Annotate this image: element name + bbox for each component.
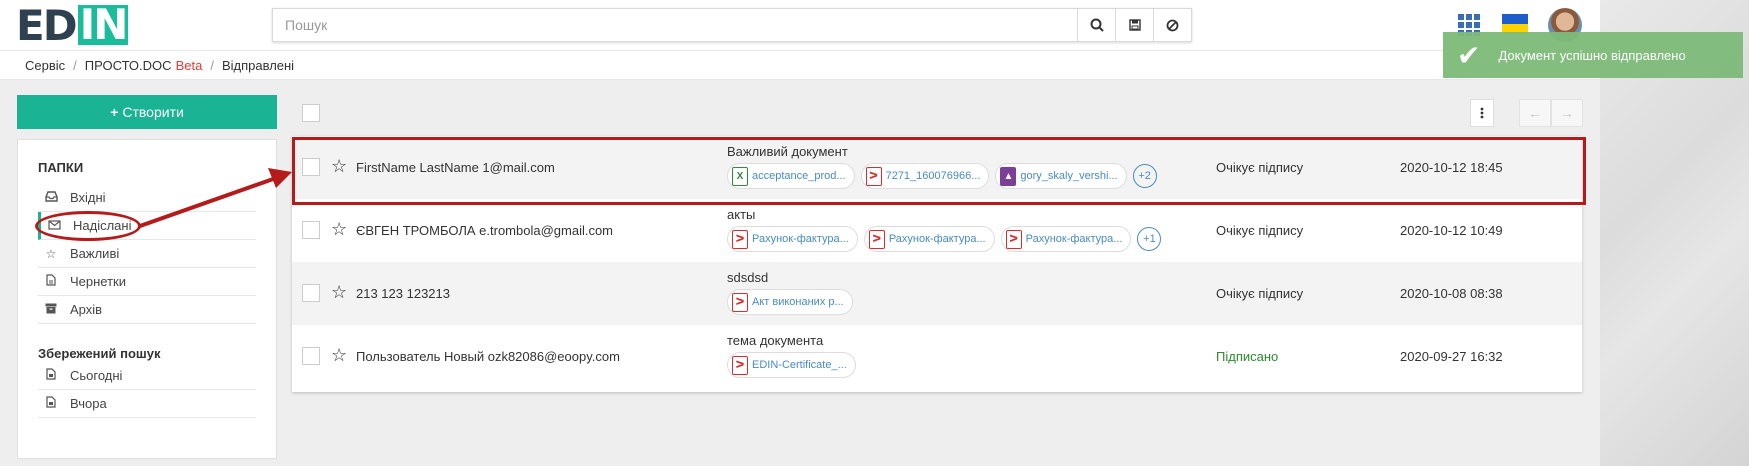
breadcrumb-separator: / (73, 57, 77, 73)
subject: sdsdsd (727, 270, 769, 285)
attachment-chip[interactable]: ᐳ EDIN-Certificate_... (727, 352, 856, 378)
inbox-icon (44, 190, 58, 205)
table-row[interactable]: ☆ 213 123 123213 sdsdsd ᐳ Акт виконаних р… (292, 262, 1582, 325)
status-text: Очікує підпису (1216, 286, 1304, 301)
sidebar-item-inbox[interactable]: Вхідні (38, 184, 256, 212)
kebab-icon (1480, 107, 1484, 119)
row-checkbox[interactable] (302, 221, 320, 239)
sidebar-item-yesterday[interactable]: Вчора (38, 390, 256, 418)
sidebar-item-important[interactable]: ☆ Важливі (38, 240, 256, 268)
save-search-button[interactable] (1115, 9, 1153, 41)
sidebar-item-label: Важливі (70, 246, 120, 261)
status-text: Підписано (1216, 349, 1279, 364)
star-icon[interactable]: ☆ (331, 219, 347, 240)
table-row[interactable]: ☆ ЄВГЕН ТРОМБОЛА e.trombola@gmail.com ак… (292, 199, 1582, 262)
attachment-chip[interactable]: ᐳ Рахунок-фактура... (1000, 226, 1132, 252)
row-checkbox[interactable] (302, 284, 320, 302)
saved-search-title: Збережений пошук (38, 346, 161, 361)
sidebar: ПАПКИ Вхідні Надіслані ☆ Важливі Чернетк… (17, 139, 277, 459)
sidebar-item-today[interactable]: Сьогодні (38, 362, 256, 390)
breadcrumb-item-prostodoc[interactable]: ПРОСТО.DOC (85, 58, 172, 73)
attachment-name: Рахунок-фактура... (752, 233, 849, 245)
sender: ЄВГЕН ТРОМБОЛА e.trombola@gmail.com (356, 223, 614, 238)
sidebar-item-label: Чернетки (70, 274, 127, 289)
star-icon: ☆ (45, 246, 57, 261)
breadcrumb: Сервіс / ПРОСТО.DOC Beta / Відправлені (0, 50, 1600, 80)
save-icon (1128, 19, 1141, 31)
breadcrumb-item-service[interactable]: Сервіс (25, 58, 65, 73)
attachments: ᐳ Рахунок-фактура... ᐳ Рахунок-фактура... … (727, 226, 1162, 252)
attachments: ᐳ Акт виконаних р... (727, 289, 859, 315)
star-icon[interactable]: ☆ (331, 282, 347, 303)
create-button[interactable]: + Створити (17, 95, 277, 129)
sidebar-item-label: Сьогодні (70, 368, 123, 383)
breadcrumb-separator: / (210, 57, 214, 73)
pdf-file-icon: ᐳ (732, 292, 748, 312)
date-text: 2020-09-27 16:32 (1400, 349, 1503, 364)
star-icon[interactable]: ☆ (331, 345, 347, 366)
subject: акты (727, 207, 756, 222)
folders-title: ПАПКИ (38, 160, 84, 175)
status-text: Очікує підпису (1216, 223, 1304, 238)
sidebar-item-archive[interactable]: Архів (38, 296, 256, 324)
row-checkbox[interactable] (302, 347, 320, 365)
flag-ua-icon[interactable] (1502, 14, 1528, 34)
plus-icon: + (110, 104, 119, 120)
date-text: 2020-10-08 08:38 (1400, 286, 1503, 301)
attachment-chip[interactable]: ᐳ Акт виконаних р... (727, 289, 853, 315)
date-text: 2020-10-12 10:49 (1400, 223, 1503, 238)
sidebar-item-label: Вчора (70, 396, 107, 411)
logo-mark: IN (77, 0, 129, 49)
success-toast[interactable]: ✔ Документ успішно відправлено (1443, 32, 1743, 78)
search-input[interactable] (273, 9, 1077, 41)
toast-message: Документ успішно відправлено (1498, 47, 1686, 63)
pagination: ← → (1519, 99, 1583, 127)
search-icon (1090, 18, 1104, 32)
subject: тема документа (727, 333, 824, 348)
more-attachments-badge[interactable]: +1 (1137, 227, 1162, 251)
edin-logo[interactable]: ED IN (16, 0, 129, 50)
clear-search-button[interactable] (1153, 9, 1191, 41)
sidebar-item-drafts[interactable]: Чернетки (38, 268, 256, 296)
highlight-ellipse (35, 211, 141, 241)
archive-icon (44, 303, 58, 317)
pdf-file-icon: ᐳ (1005, 229, 1022, 249)
check-icon: ✔ (1457, 38, 1481, 72)
breadcrumb-item-sent: Відправлені (221, 57, 295, 73)
next-page-button[interactable]: → (1551, 99, 1583, 127)
attachments: ᐳ EDIN-Certificate_... (727, 352, 862, 378)
sidebar-item-label: Архів (70, 302, 103, 317)
logo-text: ED (16, 0, 78, 50)
file-icon (44, 274, 58, 289)
search-bar (272, 8, 1192, 42)
sender: Пользователь Новый ozk82086@eoopy.com (356, 349, 620, 364)
attachment-name: Акт виконаних р... (752, 296, 844, 308)
sidebar-item-label: Вхідні (70, 190, 106, 205)
attachment-name: Рахунок-фактура... (888, 233, 986, 245)
create-label: Створити (122, 104, 184, 120)
cancel-icon (1166, 19, 1179, 31)
file-icon (44, 396, 58, 411)
attachment-chip[interactable]: ᐳ Рахунок-фактура... (727, 226, 858, 252)
pdf-file-icon: ᐳ (732, 355, 748, 375)
more-options-button[interactable] (1470, 99, 1494, 127)
highlight-rectangle (292, 137, 1586, 205)
pdf-file-icon: ᐳ (868, 229, 885, 249)
file-icon (44, 368, 58, 383)
attachment-chip[interactable]: ᐳ Рахунок-фактура... (863, 226, 995, 252)
sender: 213 123 123213 (356, 286, 450, 301)
prev-page-button[interactable]: ← (1519, 99, 1551, 127)
select-all-checkbox[interactable] (302, 104, 320, 122)
attachment-name: EDIN-Certificate_... (752, 359, 847, 371)
search-button[interactable] (1077, 9, 1115, 41)
pdf-file-icon: ᐳ (732, 229, 748, 249)
attachment-name: Рахунок-фактура... (1025, 233, 1123, 245)
beta-badge: Beta (175, 57, 203, 73)
table-row[interactable]: ☆ Пользователь Новый ozk82086@eoopy.com … (292, 325, 1582, 388)
